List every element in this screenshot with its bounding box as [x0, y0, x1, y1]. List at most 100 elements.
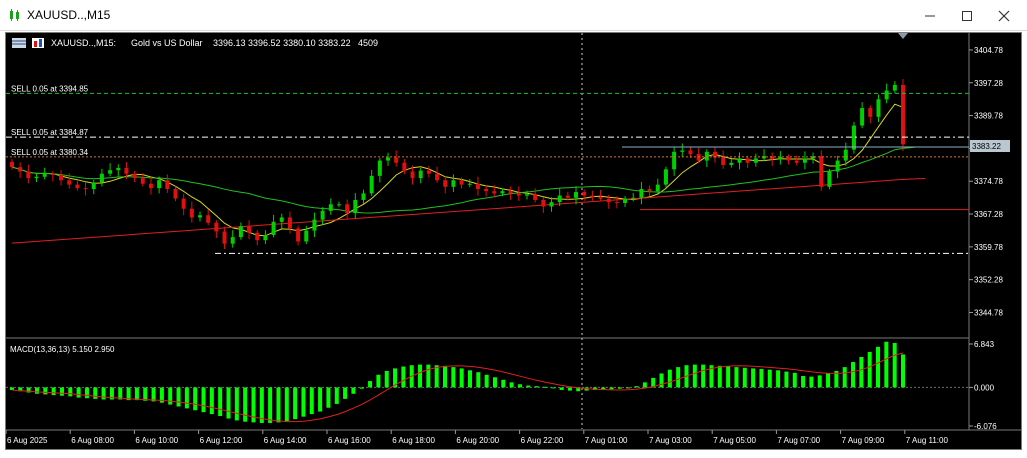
candle-body: [655, 184, 660, 192]
candle-body: [26, 171, 31, 179]
candle-body: [361, 193, 366, 200]
macd-bar: [717, 365, 722, 388]
candle-body: [631, 197, 636, 199]
macd-bar: [143, 387, 148, 401]
macd-bar: [759, 369, 764, 388]
candle-body: [91, 182, 96, 189]
order-label: SELL 0.05 at 3394.85: [11, 84, 89, 93]
macd-bar: [10, 387, 14, 390]
candle-body: [148, 183, 153, 189]
macd-bar: [817, 375, 822, 388]
time-axis-label: 7 Aug 05:00: [713, 436, 756, 445]
chart-ohlc: 3396.13 3396.52 3380.10 3383.22: [213, 38, 351, 48]
candle-body: [394, 157, 399, 163]
macd-bar: [243, 387, 248, 422]
candle-body: [42, 173, 47, 177]
candle-body: [614, 202, 619, 204]
macd-axis-label: 0.000: [974, 383, 995, 392]
candle-body: [369, 175, 374, 194]
ma-slow-line: [11, 178, 926, 244]
candle-body: [165, 180, 170, 189]
price-axis-label: 3374.78: [974, 177, 1003, 186]
candle-body: [500, 191, 505, 194]
macd-bar: [459, 368, 464, 388]
candle-body: [729, 162, 734, 165]
candle-body: [75, 184, 80, 189]
one-click-trading-icon[interactable]: [12, 38, 26, 48]
time-axis-label: 7 Aug 03:00: [649, 436, 692, 445]
price-axis-label: 3389.78: [974, 112, 1003, 121]
candle-body: [206, 215, 211, 223]
time-axis-label: 6 Aug 14:00: [264, 436, 307, 445]
candle-body: [459, 180, 464, 185]
macd-bar: [218, 387, 223, 416]
macd-bar: [626, 387, 631, 389]
candle-body: [639, 189, 644, 198]
macd-bar: [826, 373, 831, 388]
price-axis-label: 3359.78: [974, 243, 1003, 252]
macd-bar: [726, 366, 731, 388]
macd-bar: [809, 376, 814, 388]
macd-bar: [534, 386, 539, 388]
candle-body: [140, 178, 145, 184]
macd-bar: [884, 341, 889, 388]
macd-bar: [634, 386, 639, 388]
macd-bar: [467, 370, 472, 388]
candle-body: [484, 189, 489, 192]
candle-body: [663, 169, 668, 185]
candle-body: [296, 228, 301, 242]
macd-bar: [418, 364, 423, 388]
macd-bar: [426, 364, 431, 388]
candle-body: [516, 193, 521, 196]
candle-body: [336, 204, 341, 206]
candle-body: [745, 158, 750, 163]
macd-bar: [193, 387, 198, 411]
macd-bar: [351, 387, 356, 394]
trade-history-icon[interactable]: [32, 38, 44, 48]
candle-body: [304, 230, 309, 242]
candle-body: [753, 158, 758, 163]
macd-bar: [742, 367, 747, 388]
macd-bar: [517, 384, 522, 388]
candle-body: [794, 160, 799, 163]
macd-bar: [51, 387, 56, 396]
candle-body: [868, 108, 873, 117]
macd-bar: [801, 376, 806, 388]
macd-bar: [209, 387, 214, 415]
candle-body: [328, 204, 333, 211]
macd-bar: [676, 367, 681, 388]
candle-body: [279, 217, 284, 222]
chart-symbol: XAUUSD..,M15:: [51, 38, 116, 48]
candle-body: [377, 160, 382, 176]
chart-shift-marker[interactable]: [898, 33, 908, 39]
price-axis-label: 3404.78: [974, 46, 1003, 55]
macd-bar: [401, 366, 406, 388]
macd-bar: [451, 367, 456, 388]
macd-bar: [509, 382, 514, 388]
candle-body: [876, 99, 881, 117]
macd-bar: [168, 387, 173, 405]
macd-bar: [692, 364, 697, 388]
time-axis-label: 6 Aug 16:00: [328, 436, 371, 445]
time-axis-label: 7 Aug 01:00: [585, 436, 628, 445]
candle-body: [565, 195, 570, 198]
macd-bar: [326, 387, 331, 408]
candle-body: [606, 198, 611, 203]
macd-bar: [276, 387, 281, 423]
macd-bar: [492, 377, 497, 388]
macd-bar: [792, 372, 797, 388]
macd-bar: [101, 387, 106, 400]
candle-body: [827, 171, 832, 187]
macd-bar: [667, 369, 672, 388]
candle-body: [271, 221, 276, 235]
macd-bar: [201, 387, 206, 413]
candle-body: [353, 199, 358, 214]
time-axis-label: 7 Aug 07:00: [777, 436, 820, 445]
candle-body: [802, 158, 807, 163]
macd-bar: [526, 385, 531, 388]
candle-body: [843, 149, 848, 161]
macd-bar: [551, 387, 556, 389]
candle-body: [124, 168, 129, 174]
chart-canvas[interactable]: XAUUSD..,M15: Gold vs US Dollar 3396.13 …: [0, 0, 1027, 458]
price-axis-label: 3367.28: [974, 210, 1003, 219]
